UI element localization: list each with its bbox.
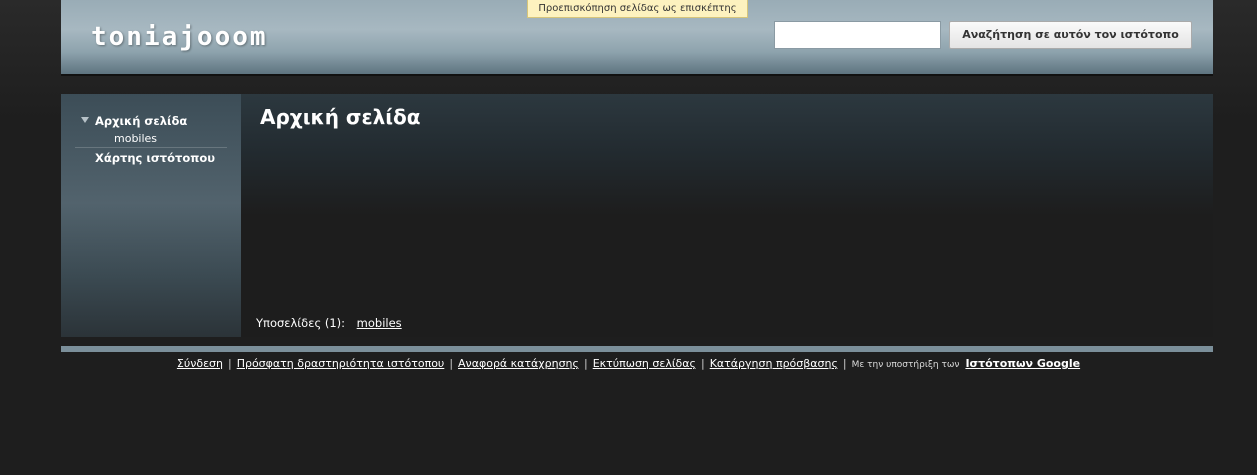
- footer-link-signin[interactable]: Σύνδεση: [177, 357, 223, 370]
- footer-divider: [61, 346, 1213, 352]
- preview-banner: Προεπισκόπηση σελίδας ως επισκέπτης: [527, 0, 748, 18]
- sidebar-item-home[interactable]: Αρχική σελίδα: [95, 114, 187, 128]
- footer-link-print-page[interactable]: Εκτύπωση σελίδας: [593, 357, 696, 370]
- subpages-label: Υποσελίδες (1):: [256, 316, 346, 330]
- footer-link-remove-access[interactable]: Κατάργηση πρόσβασης: [710, 357, 838, 370]
- footer-separator: |: [842, 357, 847, 370]
- subpages-list: Υποσελίδες (1): mobiles: [256, 316, 402, 330]
- search-input[interactable]: [774, 21, 941, 49]
- powered-by-text: Με την υποστήριξη των: [851, 360, 960, 370]
- expand-arrow-icon[interactable]: [81, 117, 89, 123]
- site-title[interactable]: toniajooom: [91, 22, 268, 52]
- footer-separator: |: [583, 357, 588, 370]
- footer-link-google-sites[interactable]: Ιστότοπων Google: [965, 357, 1080, 370]
- page-title: Αρχική σελίδα: [260, 105, 421, 129]
- main-content: Αρχική σελίδα Υποσελίδες (1): mobiles: [241, 94, 1213, 337]
- footer-separator: |: [449, 357, 454, 370]
- footer-link-recent-activity[interactable]: Πρόσφατη δραστηριότητα ιστότοπου: [237, 357, 445, 370]
- footer-link-report-abuse[interactable]: Αναφορά κατάχρησης: [458, 357, 579, 370]
- site-footer: Σύνδεση | Πρόσφατη δραστηριότητα ιστότοπου…: [0, 357, 1257, 370]
- sidebar-item-sitemap[interactable]: Χάρτης ιστότοπου: [95, 151, 215, 165]
- sidebar-item-mobiles[interactable]: mobiles: [114, 132, 157, 145]
- subpage-link-mobiles[interactable]: mobiles: [357, 316, 402, 330]
- sidebar-divider: [75, 147, 227, 148]
- footer-separator: |: [227, 357, 232, 370]
- search-button[interactable]: Αναζήτηση σε αυτόν τον ιστότοπο: [949, 21, 1192, 49]
- footer-separator: |: [700, 357, 705, 370]
- sidebar-navigation: Αρχική σελίδα mobiles Χάρτης ιστότοπου: [61, 94, 241, 337]
